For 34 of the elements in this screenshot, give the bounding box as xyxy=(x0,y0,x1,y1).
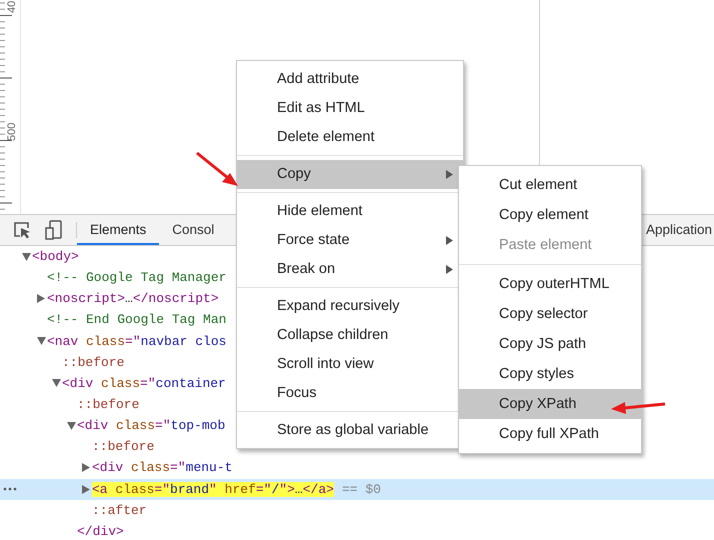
menu-item-label: Copy outerHTML xyxy=(499,276,610,292)
menu-item-label: Expand recursively xyxy=(277,298,400,314)
dom-node-text: <body> xyxy=(32,249,79,264)
menu-item-label: Cut element xyxy=(499,177,578,193)
menu-item-label: Focus xyxy=(277,385,318,401)
menu-item-label: Hide element xyxy=(277,203,364,219)
ruler-label: 40 xyxy=(7,0,18,13)
menu-item-label: Copy styles xyxy=(499,366,575,382)
dom-node-text: <div class="container xyxy=(62,376,226,391)
dom-node-text: <nav class="navbar clos xyxy=(47,334,226,349)
menu-item-label: Copy xyxy=(277,166,312,182)
dom-node-text: <a class="brand" href="/">…</a> xyxy=(92,482,334,497)
menu-item-label: Edit as HTML xyxy=(277,100,366,116)
dom-node-text: </div> xyxy=(77,524,124,539)
menu-item-label: Store as global variable xyxy=(277,422,430,438)
selected-node-marker: == $0 xyxy=(342,482,381,497)
menu-item-label: Delete element xyxy=(277,129,376,145)
ruler-label: 500 xyxy=(7,122,18,141)
menu-item-label: Collapse children xyxy=(277,327,390,343)
dom-node-text: ::after xyxy=(92,502,147,518)
menu-item-label: Scroll into view xyxy=(277,356,375,372)
dom-node-text: <div class="top-mob xyxy=(77,418,226,434)
dom-node-text: <div class="menu-t xyxy=(92,460,232,476)
menu-item-label: Copy XPath xyxy=(499,396,578,412)
menu-item-label: Paste element xyxy=(499,237,593,253)
menu-item-label: Copy selector xyxy=(499,306,589,322)
menu-item-label: Copy element xyxy=(499,207,590,223)
menu-item-label: Force state xyxy=(277,232,351,248)
dom-node-text: <noscript>…</noscript> xyxy=(47,291,219,306)
menu-item-label: Break on xyxy=(277,261,336,277)
menu-item-label: Copy JS path xyxy=(499,336,588,352)
menu-item-label: Copy full XPath xyxy=(499,426,600,442)
dom-node-text: ::before xyxy=(92,439,154,454)
menu-item-label: Add attribute xyxy=(277,71,360,87)
